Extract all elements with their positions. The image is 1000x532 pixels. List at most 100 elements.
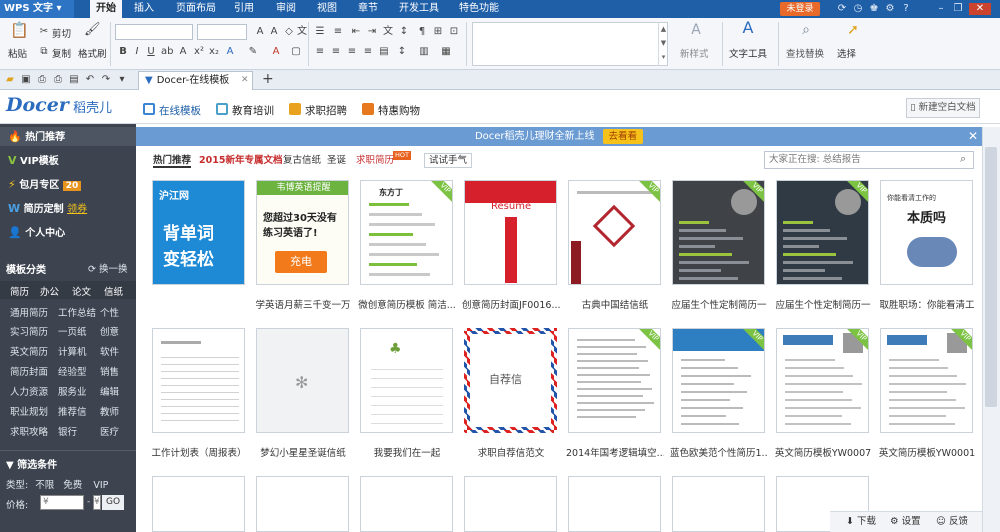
font-color-icon[interactable]: A (270, 46, 282, 58)
new-tab-button[interactable]: + (262, 71, 274, 87)
header-tab-job[interactable]: 求职招聘 (305, 103, 347, 119)
text-tools-label[interactable]: 文字工具 (729, 46, 767, 60)
template-title[interactable]: 求职自荐信范文 (462, 445, 560, 459)
coupon-link[interactable]: 领券 (67, 204, 87, 215)
text-effect-icon[interactable]: A (224, 46, 236, 58)
underline-icon[interactable]: U (145, 46, 157, 58)
template-thumbnail[interactable]: 自荐信 (464, 328, 557, 433)
template-thumbnail[interactable]: 东方丁 VIP (360, 180, 453, 285)
category-item[interactable]: 个性 (100, 305, 119, 319)
settings-icon[interactable]: ⚙ (884, 3, 896, 15)
chinese-layout-icon[interactable]: 文 (382, 26, 394, 38)
banner-go-button[interactable]: 去看看 (602, 129, 644, 144)
template-thumbnail[interactable]: VIP (568, 180, 661, 285)
template-thumbnail[interactable] (672, 476, 765, 532)
save-icon[interactable]: ▣ (20, 74, 32, 86)
template-thumbnail[interactable]: VIP (672, 328, 765, 433)
format-painter-icon[interactable]: 🖌 (84, 23, 101, 36)
category-item[interactable]: 简历封面 (10, 364, 48, 378)
bullets-icon[interactable]: ☰ (314, 26, 326, 38)
open-folder-icon[interactable]: ▰ (4, 74, 16, 86)
category-item[interactable]: 职业规划 (10, 404, 48, 418)
template-title[interactable]: 微创意简历模板 简洁... (358, 297, 456, 311)
shrink-font-icon[interactable]: A (268, 26, 280, 38)
subscript-icon[interactable]: x₂ (208, 46, 220, 58)
decrease-indent-icon[interactable]: ⇤ (350, 26, 362, 38)
template-thumbnail[interactable]: VIP (776, 328, 869, 433)
category-item[interactable]: 推荐信 (58, 404, 87, 418)
template-thumbnail[interactable]: VIP (672, 180, 765, 285)
cut-icon[interactable]: ✂ (38, 26, 50, 38)
copy-icon[interactable]: ⧉ (38, 46, 50, 58)
sort-icon[interactable]: ↕ (398, 26, 410, 38)
print-preview-icon[interactable]: ⎙ (36, 74, 48, 86)
select-label[interactable]: 选择 (837, 46, 856, 60)
sidebar-item-resume-custom[interactable]: W 简历定制 领券 (8, 201, 87, 217)
category-item[interactable]: 论文 (72, 284, 91, 298)
settings-button[interactable]: ⚙ 设置 (890, 514, 921, 530)
close-tab-icon[interactable]: ✕ (241, 75, 249, 85)
scrollbar-thumb[interactable] (985, 147, 997, 407)
category-item[interactable]: 银行 (58, 424, 77, 438)
price-to-input[interactable]: ¥ (93, 495, 101, 510)
filter-tab-vintage[interactable]: 复古信纸 (283, 154, 321, 168)
grow-font-icon[interactable]: A (254, 26, 266, 38)
category-item[interactable]: 信纸 (104, 284, 123, 298)
category-item[interactable]: 一页纸 (58, 324, 87, 338)
category-item[interactable]: 工作总结 (58, 305, 96, 319)
template-title[interactable]: 蓝色欧美范个性简历1... (670, 445, 768, 459)
menu-tab-layout[interactable]: 页面布局 (170, 0, 222, 18)
new-blank-document-button[interactable]: ▯ 新建空白文档 (906, 98, 980, 118)
template-thumbnail[interactable] (568, 476, 661, 532)
template-thumbnail[interactable]: ♣ (360, 328, 453, 433)
close-window-icon[interactable]: ✕ (969, 3, 991, 15)
filter-tab-newyear[interactable]: 2015新年专属文档 (199, 154, 282, 168)
template-title[interactable]: 应届生个性定制简历一 (774, 297, 872, 311)
numbering-icon[interactable]: ≡ (332, 26, 344, 38)
menu-tab-insert[interactable]: 插入 (128, 0, 160, 18)
highlight-icon[interactable]: ✎ (247, 46, 259, 58)
cursor-select-icon[interactable]: ➚ (845, 23, 861, 40)
sidebar-item-monthly[interactable]: ⚡ 包月专区 20 (8, 177, 82, 193)
template-thumbnail[interactable] (152, 476, 245, 532)
category-item[interactable]: 经验型 (58, 364, 87, 378)
search-icon[interactable]: ⌕ (960, 152, 966, 166)
category-item[interactable]: 通用简历 (10, 305, 48, 319)
font-name-select[interactable] (115, 24, 193, 40)
justify-icon[interactable]: ≡ (362, 46, 374, 58)
price-from-input[interactable]: ¥ (40, 495, 84, 510)
shading-icon[interactable]: ▥ (418, 46, 430, 58)
category-item[interactable]: 服务业 (58, 384, 87, 398)
emphasis-icon[interactable]: A (177, 46, 189, 58)
copy-label[interactable]: 复制 (52, 46, 71, 60)
template-thumbnail[interactable] (464, 476, 557, 532)
template-thumbnail[interactable]: 沪江网背单词变轻松测测你的词汇量 (152, 180, 245, 285)
find-icon[interactable]: ⌕ (798, 23, 814, 40)
template-search-input[interactable]: 大家正在搜: 总结报告 (764, 151, 974, 169)
header-tab-shopping[interactable]: 特惠购物 (378, 103, 420, 119)
template-title[interactable]: 取胜职场：你能看清工 (878, 297, 976, 311)
help-icon[interactable]: ? (900, 3, 912, 15)
style-gallery[interactable] (472, 22, 668, 66)
category-item[interactable]: 简历 (10, 284, 29, 298)
phonetic-icon[interactable]: 文 (296, 26, 308, 38)
cut-label[interactable]: 剪切 (52, 26, 71, 40)
sidebar-item-hot[interactable]: 🔥 热门推荐 (8, 129, 65, 145)
category-item[interactable]: 实习简历 (10, 324, 48, 338)
menu-tab-view[interactable]: 视图 (311, 0, 343, 18)
menu-tab-review[interactable]: 审阅 (270, 0, 302, 18)
template-title[interactable]: 我要我们在一起 (358, 445, 456, 459)
table-icon[interactable]: ⊞ (432, 26, 444, 38)
borders-icon[interactable]: ⊡ (448, 26, 460, 38)
align-left-icon[interactable]: ≡ (314, 46, 326, 58)
type-option-vip[interactable]: VIP (93, 480, 108, 491)
template-title[interactable]: 创意简历封面JF0016... (462, 297, 560, 311)
align-right-icon[interactable]: ≡ (346, 46, 358, 58)
header-tab-online-template[interactable]: 在线模板 (159, 103, 201, 119)
category-item[interactable]: 办公 (40, 284, 59, 298)
feedback-button[interactable]: ☺ 反馈 (936, 514, 968, 530)
login-button[interactable]: 未登录 (780, 2, 820, 16)
customize-dropdown-icon[interactable]: ▾ (116, 74, 128, 86)
skin-icon[interactable]: ♚ (868, 3, 880, 15)
font-size-select[interactable] (197, 24, 247, 40)
